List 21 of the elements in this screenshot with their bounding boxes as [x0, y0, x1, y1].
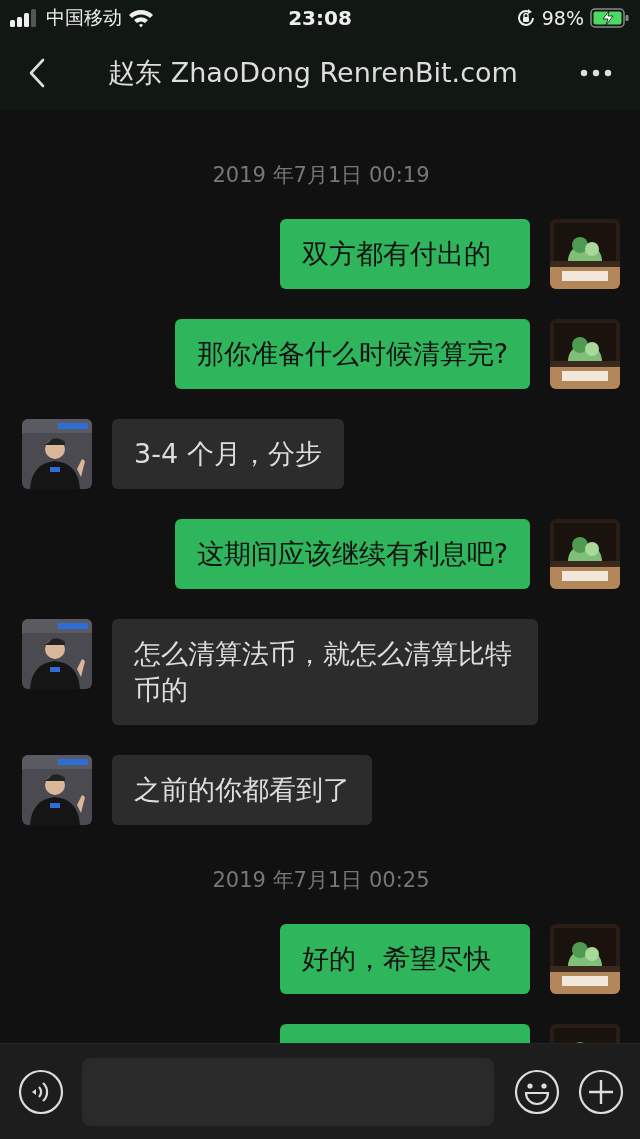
battery-percent: 98%: [541, 7, 584, 29]
chat-title: 赵东 ZhaoDong RenrenBit.com: [108, 56, 518, 90]
rotation-lock-icon: [515, 8, 536, 28]
emoji-icon[interactable]: [514, 1068, 560, 1115]
carrier-name: 中国移动: [46, 5, 122, 30]
message-bubble[interactable]: 怎么清算法币，就怎么清算比特币的: [112, 619, 538, 725]
more-icon[interactable]: [580, 69, 612, 77]
back-icon[interactable]: [28, 58, 46, 88]
message-bubble[interactable]: 双方都有付出的: [280, 219, 530, 289]
message-bubble[interactable]: 之前的你都看到了: [112, 755, 372, 825]
status-time: 23:08: [288, 6, 352, 30]
message-bubble[interactable]: 那你准备什么时候清算完?: [174, 319, 530, 389]
message-bubble[interactable]: 好的，希望尽快: [280, 924, 530, 994]
message-bubble[interactable]: 3-4 个月，分步: [112, 419, 344, 489]
voice-icon[interactable]: [18, 1068, 64, 1115]
timestamp: 2019 年7月1日 00:19: [212, 162, 430, 189]
timestamp: 2019 年7月1日 00:25: [212, 867, 430, 894]
battery-icon: [590, 8, 630, 28]
wifi-icon: [128, 8, 154, 28]
message-bubble[interactable]: 这期间应该继续有利息吧?: [174, 519, 530, 589]
plus-icon[interactable]: [578, 1068, 624, 1115]
